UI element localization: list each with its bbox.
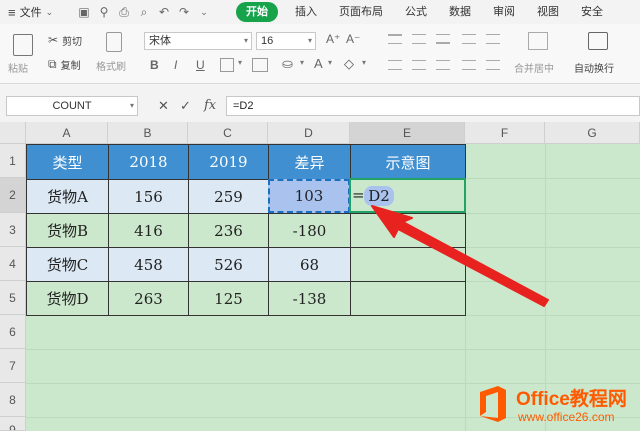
- red-arrow-annotation: [371, 205, 549, 307]
- office-logo-icon: [480, 386, 506, 422]
- watermark: Office教程网 www.office26.com: [476, 380, 640, 431]
- watermark-url: www.office26.com: [518, 410, 615, 424]
- watermark-title: Office教程网: [516, 389, 627, 410]
